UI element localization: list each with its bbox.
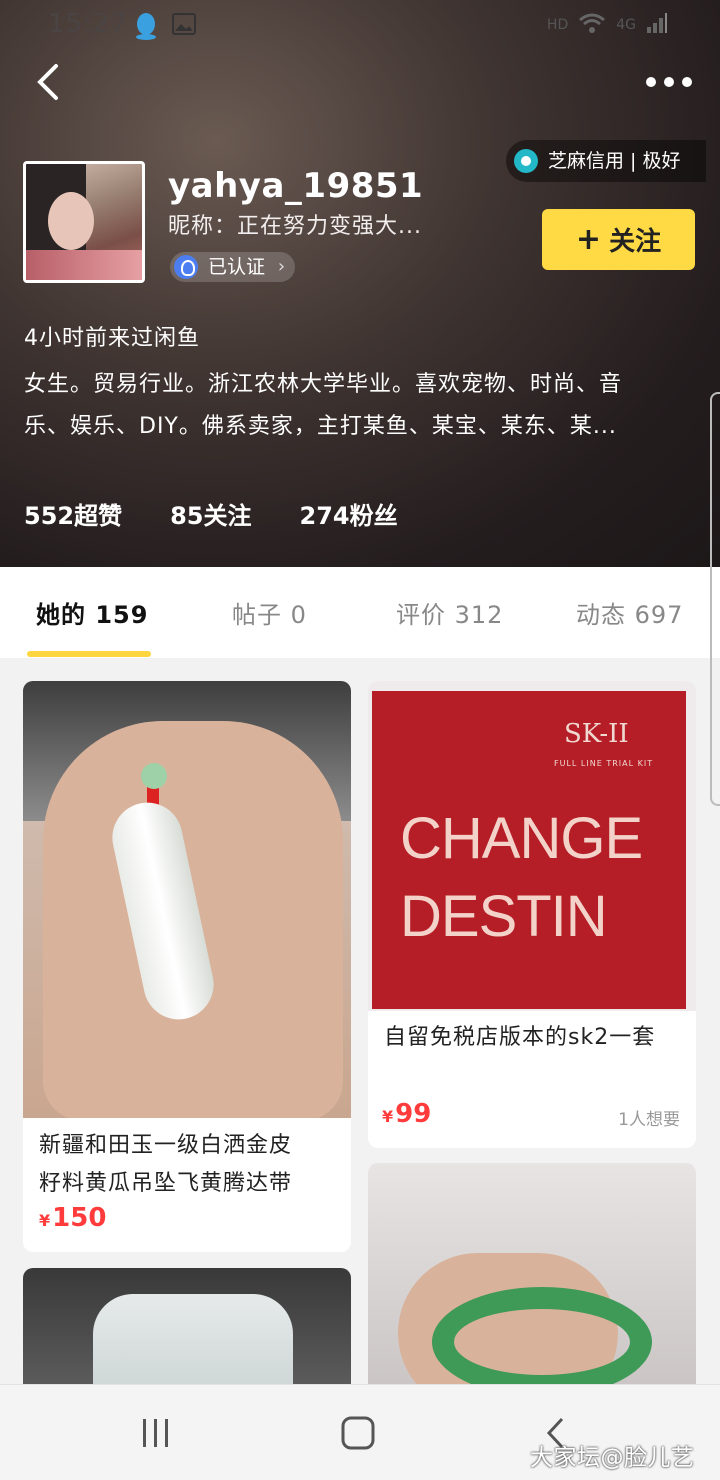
listing-image <box>368 1163 696 1384</box>
listing-price: ¥99 <box>382 1099 431 1129</box>
avatar[interactable] <box>23 161 145 283</box>
recent-apps-icon <box>143 1419 168 1447</box>
stat-following[interactable]: 85关注 <box>170 496 251 531</box>
listing-title-line: 籽料黄瓜吊坠飞黄腾达带 <box>39 1171 293 1196</box>
tab-posts[interactable]: 帖子 0 <box>232 595 307 630</box>
dot-icon <box>682 77 692 87</box>
listing-image <box>23 1268 351 1384</box>
recent-apps-button[interactable] <box>140 1415 172 1455</box>
plus-icon: + <box>575 222 602 257</box>
listing-image <box>23 681 351 1118</box>
signal-icon <box>646 12 668 38</box>
bio: 女生。贸易行业。浙江农林大学毕业。喜欢宠物、时尚、音 乐、娱乐、DIY。佛系卖家… <box>24 364 696 448</box>
currency-symbol: ¥ <box>39 1211 51 1230</box>
network-label: 4G <box>616 17 636 33</box>
listing-card[interactable]: 新疆和田玉一级白洒金皮 籽料黄瓜吊坠飞黄腾达带 ¥150 <box>23 681 351 1252</box>
listing-card[interactable] <box>368 1163 696 1384</box>
currency-symbol: ¥ <box>382 1107 394 1126</box>
listing-card[interactable] <box>23 1268 351 1384</box>
stat-likes[interactable]: 552超赞 <box>24 496 122 531</box>
image-headline-text: DESTIN <box>400 884 608 949</box>
gallery-icon <box>172 12 196 40</box>
chevron-right-icon: › <box>277 256 286 277</box>
verified-icon <box>174 255 198 279</box>
credit-label: 芝麻信用 | 极好 <box>548 150 681 172</box>
back-button[interactable] <box>28 58 72 106</box>
follow-label: 关注 <box>609 227 662 257</box>
status-right-group: HD 4G <box>547 12 668 38</box>
sesame-credit-icon <box>514 149 538 173</box>
status-bar: 15:27 HD 4G <box>0 0 720 52</box>
home-button[interactable] <box>340 1415 376 1455</box>
listing-title-line: 新疆和田玉一级白洒金皮 <box>39 1133 293 1158</box>
hd-label: HD <box>546 17 569 33</box>
username: yahya_19851 <box>168 166 424 206</box>
last-seen-text: 4小时前来过闲鱼 <box>24 326 200 351</box>
price-value: 99 <box>395 1099 432 1129</box>
profile-header: 15:27 HD 4G yahya_19851 昵称：正在努力变强大... 已认… <box>0 0 720 567</box>
wifi-icon <box>578 12 606 38</box>
listing-card[interactable]: SK-II FULL LINE TRIAL KIT CHANGE DESTIN … <box>368 681 696 1148</box>
image-brand-text: SK-II <box>564 719 629 749</box>
tab-items[interactable]: 她的 159 <box>36 595 148 630</box>
stats-row: 552超赞 85关注 274粉丝 <box>24 496 398 531</box>
tab-reviews[interactable]: 评价 312 <box>396 595 503 630</box>
price-value: 150 <box>52 1203 107 1233</box>
credit-badge[interactable]: 芝麻信用 | 极好 <box>506 140 706 182</box>
tab-activity[interactable]: 动态 697 <box>576 595 683 630</box>
listing-image: SK-II FULL LINE TRIAL KIT CHANGE DESTIN <box>368 681 696 1011</box>
image-headline-text: CHANGE <box>400 806 643 871</box>
home-icon <box>341 1416 375 1450</box>
back-arrow-icon <box>37 64 58 100</box>
dot-icon <box>646 77 656 87</box>
bio-line: 女生。贸易行业。浙江农林大学毕业。喜欢宠物、时尚、音 <box>24 372 623 397</box>
verified-badge[interactable]: 已认证 › <box>170 252 296 282</box>
listing-price: ¥150 <box>39 1203 106 1233</box>
qq-icon <box>134 12 158 44</box>
follow-button[interactable]: + 关注 <box>542 209 695 270</box>
image-sub-text: FULL LINE TRIAL KIT <box>554 759 654 768</box>
listing-title: 新疆和田玉一级白洒金皮 籽料黄瓜吊坠飞黄腾达带 <box>39 1127 339 1203</box>
profile-tabs: 她的 159 帖子 0 评价 312 动态 697 <box>0 567 720 658</box>
active-tab-indicator <box>27 651 151 657</box>
dot-icon <box>664 77 674 87</box>
listing-title: 自留免税店版本的sk2一套 <box>384 1025 656 1050</box>
more-options-button[interactable] <box>646 70 694 94</box>
bio-line: 乐、娱乐、DIY。佛系卖家，主打某鱼、某宝、某东、某... <box>24 414 617 439</box>
nickname: 昵称：正在努力变强大... <box>168 214 422 239</box>
stat-followers[interactable]: 274粉丝 <box>300 496 398 531</box>
status-time: 15:27 <box>48 9 128 39</box>
edge-panel-handle[interactable] <box>710 392 720 806</box>
watermark-text: 大家坛@脸儿艺 <box>530 1445 695 1471</box>
wants-count: 1人想要 <box>618 1110 680 1130</box>
verified-label: 已认证 <box>208 256 266 278</box>
